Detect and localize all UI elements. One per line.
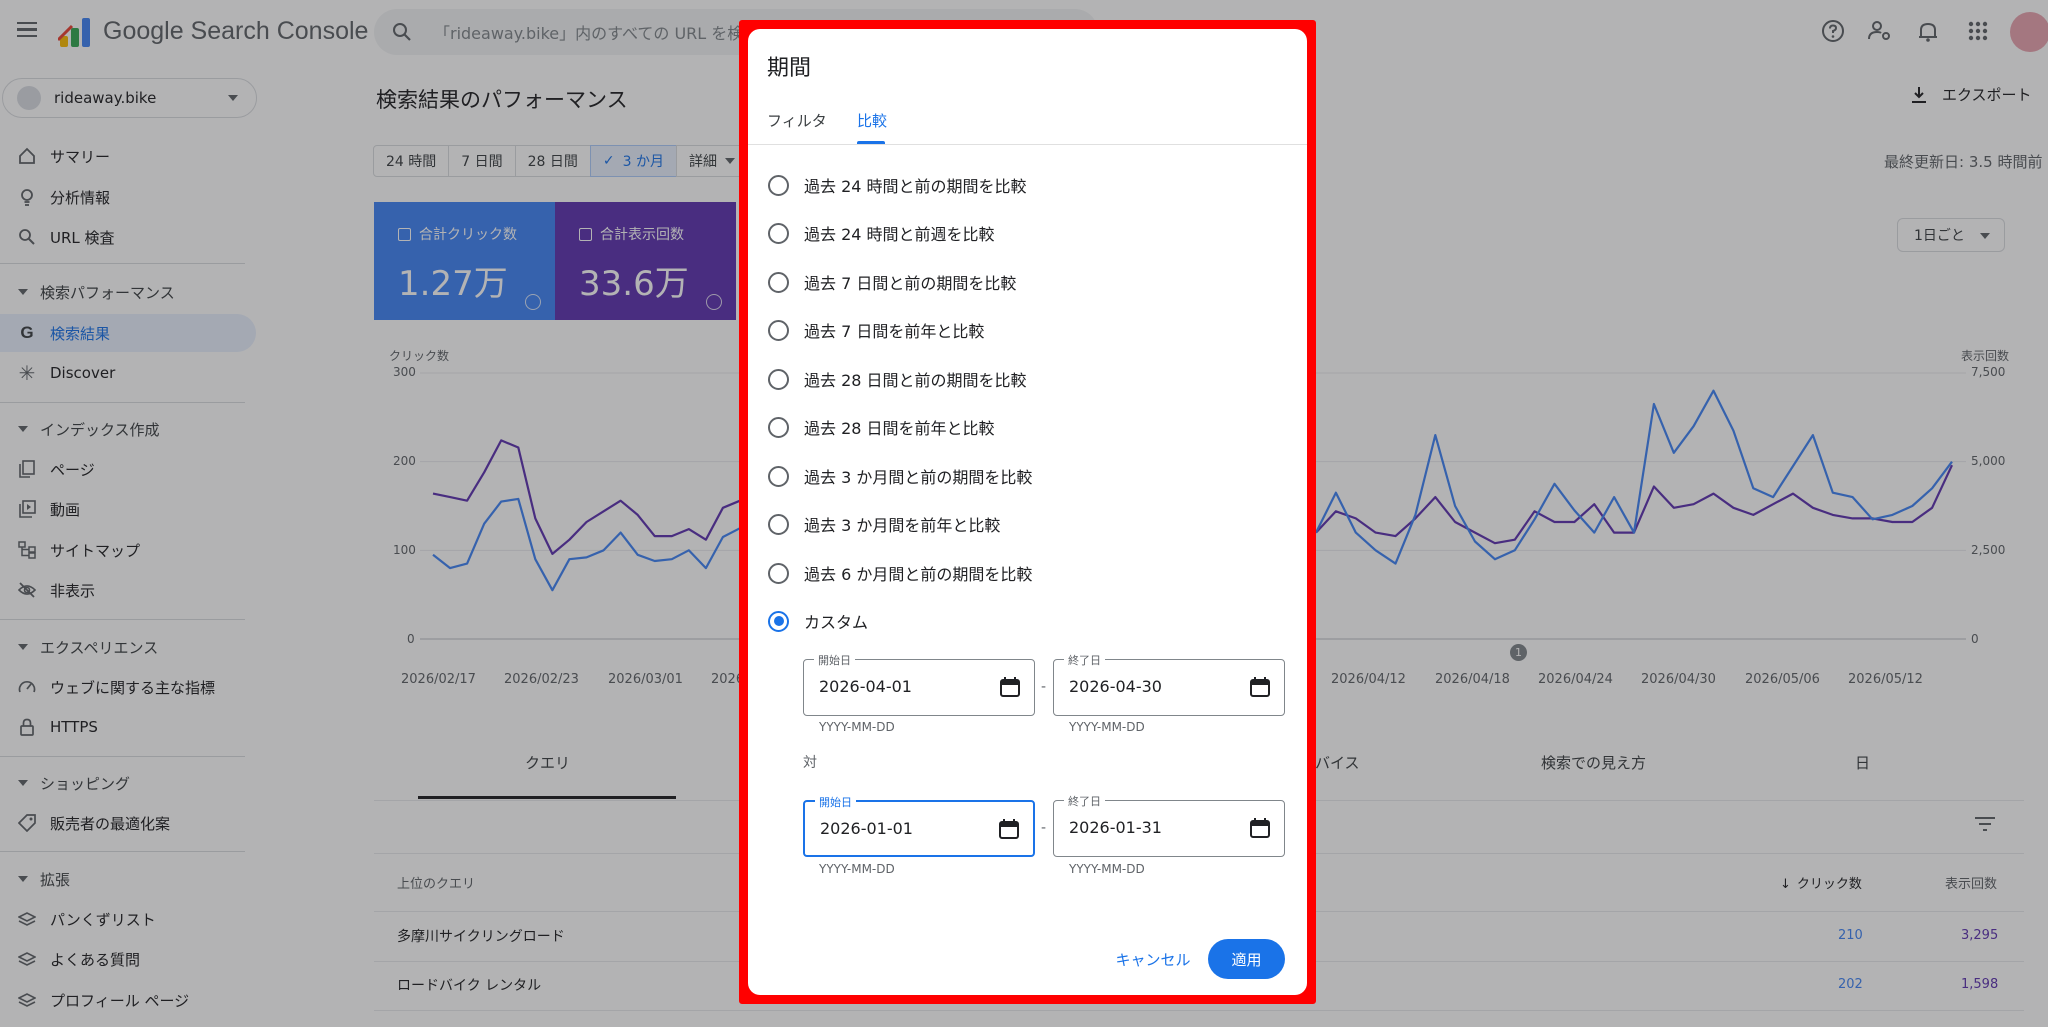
date-format-hint: YYYY-MM-DD: [1069, 862, 1145, 876]
cancel-button[interactable]: キャンセル: [1108, 940, 1198, 978]
option-label: 過去 28 日間を前年と比較: [804, 419, 995, 438]
option-label: 過去 6 か月間と前の期間を比較: [804, 565, 1033, 584]
option-3m-prev-year[interactable]: 過去 3 か月間を前年と比較: [768, 509, 1000, 539]
option-label: 過去 3 か月間と前の期間を比較: [804, 468, 1033, 487]
range2-start-date-field[interactable]: 開始日 2026-01-01: [803, 794, 1035, 857]
dialog-title: 期間: [767, 56, 812, 81]
radio-button[interactable]: [768, 222, 789, 244]
field-label: 開始日: [814, 652, 855, 668]
option-custom[interactable]: カスタム: [768, 606, 868, 636]
date-format-hint: YYYY-MM-DD: [819, 862, 895, 876]
range2-end-date-field[interactable]: 終了日 2026-01-31: [1053, 793, 1285, 857]
range-separator: -: [1041, 820, 1047, 836]
option-24h-prev-period[interactable]: 過去 24 時間と前の期間を比較: [768, 170, 1027, 200]
radio-button-selected[interactable]: [768, 610, 789, 632]
versus-label: 対: [803, 755, 817, 771]
radio-button[interactable]: [768, 562, 789, 584]
radio-button[interactable]: [768, 416, 789, 438]
option-3m-prev-period[interactable]: 過去 3 か月間と前の期間を比較: [768, 461, 1032, 491]
calendar-icon[interactable]: [998, 818, 1020, 840]
date-format-hint: YYYY-MM-DD: [1069, 720, 1145, 734]
option-label: 過去 28 日間と前の期間を比較: [804, 371, 1027, 390]
field-label: 終了日: [1064, 793, 1105, 809]
range-separator: -: [1041, 679, 1047, 695]
field-value: 2026-04-01: [819, 677, 912, 696]
option-label: 過去 24 時間と前の期間を比較: [804, 177, 1027, 196]
range1-start-date-field[interactable]: 開始日 2026-04-01: [803, 652, 1035, 716]
option-7d-prev-period[interactable]: 過去 7 日間と前の期間を比較: [768, 267, 1016, 297]
dialog-divider: [748, 144, 1307, 145]
tab-compare[interactable]: 比較: [857, 110, 887, 131]
field-value: 2026-01-01: [820, 819, 913, 838]
option-6m-prev-period[interactable]: 過去 6 か月間と前の期間を比較: [768, 558, 1032, 588]
option-7d-prev-year[interactable]: 過去 7 日間を前年と比較: [768, 315, 984, 345]
radio-button[interactable]: [768, 319, 789, 341]
option-24h-prev-week[interactable]: 過去 24 時間と前週を比較: [768, 218, 995, 248]
range1-end-date-field[interactable]: 終了日 2026-04-30: [1053, 652, 1285, 716]
field-value: 2026-01-31: [1069, 818, 1162, 837]
field-value: 2026-04-30: [1069, 677, 1162, 696]
option-label: 過去 24 時間と前週を比較: [804, 225, 995, 244]
date-format-hint: YYYY-MM-DD: [819, 720, 895, 734]
field-label: 終了日: [1064, 652, 1105, 668]
radio-button[interactable]: [768, 368, 789, 390]
option-label: 過去 7 日間を前年と比較: [804, 322, 985, 341]
option-28d-prev-year[interactable]: 過去 28 日間を前年と比較: [768, 412, 995, 442]
calendar-icon[interactable]: [1249, 676, 1271, 698]
calendar-icon[interactable]: [1249, 817, 1271, 839]
calendar-icon[interactable]: [999, 676, 1021, 698]
field-label: 開始日: [815, 794, 856, 810]
radio-button[interactable]: [768, 174, 789, 196]
option-label: 過去 3 か月間を前年と比較: [804, 516, 1001, 535]
radio-button[interactable]: [768, 271, 789, 293]
radio-button[interactable]: [768, 465, 789, 487]
option-label: 過去 7 日間と前の期間を比較: [804, 274, 1017, 293]
option-label: カスタム: [804, 613, 869, 632]
tab-filter[interactable]: フィルタ: [767, 110, 827, 131]
apply-button[interactable]: 適用: [1208, 939, 1285, 979]
radio-button[interactable]: [768, 513, 789, 535]
option-28d-prev-period[interactable]: 過去 28 日間と前の期間を比較: [768, 364, 1027, 394]
